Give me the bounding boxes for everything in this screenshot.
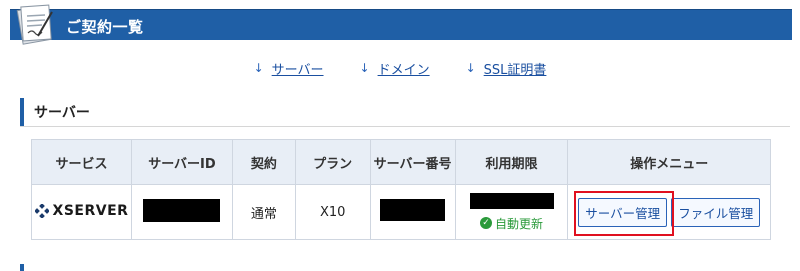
cell-contract: 通常 xyxy=(231,184,296,240)
column-header-expiry: 利用期限 xyxy=(454,139,569,185)
anchor-links: ↓ サーバー ↓ ドメイン ↓ SSL証明書 xyxy=(0,59,800,78)
contract-document-icon xyxy=(16,4,53,45)
redacted-server-number xyxy=(380,199,446,221)
redacted-expiry-date xyxy=(469,192,554,209)
column-header-contract: 契約 xyxy=(231,139,296,185)
column-header-server-number: サーバー番号 xyxy=(369,139,456,185)
server-section-heading: サーバー xyxy=(20,98,790,127)
down-arrow-icon: ↓ xyxy=(465,61,476,75)
table-header-row: サービス サーバーID 契約 プラン サーバー番号 利用期限 操作メニュー xyxy=(31,139,771,185)
cell-expiry: ✓ 自動更新 xyxy=(454,184,569,240)
column-header-server-id: サーバーID xyxy=(130,139,233,185)
section-title: サーバー xyxy=(34,105,90,121)
column-header-plan: プラン xyxy=(294,139,371,185)
xserver-logo: XSERVER xyxy=(34,203,129,219)
next-section-accent-bar xyxy=(20,264,24,271)
auto-renew-status: ✓ 自動更新 xyxy=(479,215,543,232)
xserver-logo-icon xyxy=(34,203,49,218)
cell-server-id xyxy=(130,184,233,240)
file-manage-button[interactable]: ファイル管理 xyxy=(671,197,761,227)
anchor-link-domain[interactable]: ↓ ドメイン xyxy=(359,59,430,78)
column-header-service: サービス xyxy=(31,139,132,185)
highlight-annotation xyxy=(574,191,674,236)
cell-service: XSERVER xyxy=(31,184,132,240)
page-title: ご契約一覧 xyxy=(66,18,144,36)
redacted-server-id xyxy=(143,198,221,222)
anchor-link-server[interactable]: ↓ サーバー xyxy=(253,59,324,78)
check-circle-icon: ✓ xyxy=(479,217,492,229)
down-arrow-icon: ↓ xyxy=(359,61,370,75)
section-accent-bar xyxy=(20,98,24,126)
column-header-actions: 操作メニュー xyxy=(567,139,771,185)
cell-plan: X10 xyxy=(294,184,371,240)
cell-server-number xyxy=(369,184,456,240)
anchor-link-ssl[interactable]: ↓ SSL証明書 xyxy=(465,59,547,78)
down-arrow-icon: ↓ xyxy=(253,61,264,75)
